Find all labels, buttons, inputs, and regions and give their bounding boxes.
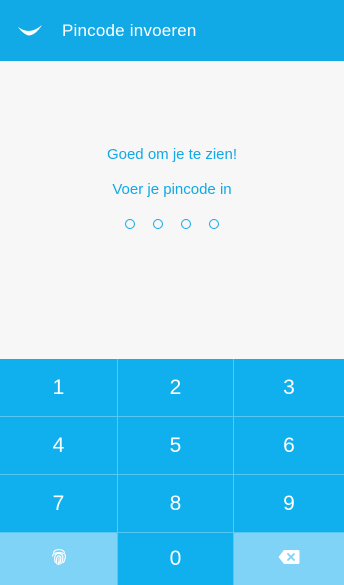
key-7[interactable]: 7 — [0, 475, 118, 533]
backspace-button[interactable] — [234, 533, 344, 585]
key-2[interactable]: 2 — [118, 359, 234, 417]
fingerprint-icon — [48, 545, 70, 573]
key-9[interactable]: 9 — [234, 475, 344, 533]
fingerprint-button[interactable] — [0, 533, 118, 585]
pin-dot — [209, 219, 219, 229]
numeric-keypad: 1 2 3 4 5 6 7 8 9 0 — [0, 359, 344, 585]
key-4[interactable]: 4 — [0, 417, 118, 475]
greeting-text: Goed om je te zien! — [106, 146, 238, 163]
key-1[interactable]: 1 — [0, 359, 118, 417]
pin-entry-area: Goed om je te zien! Voer je pincode in — [0, 61, 344, 359]
backspace-icon — [278, 547, 300, 571]
pin-dot — [181, 219, 191, 229]
key-8[interactable]: 8 — [118, 475, 234, 533]
key-3[interactable]: 3 — [234, 359, 344, 417]
page-title: Pincode invoeren — [62, 20, 197, 40]
key-6[interactable]: 6 — [234, 417, 344, 475]
pin-dot — [125, 219, 135, 229]
pin-prompt-text: Voer je pincode in — [112, 181, 232, 198]
wing-logo-icon[interactable] — [18, 24, 42, 38]
app-bar: Pincode invoeren — [0, 0, 344, 61]
key-0[interactable]: 0 — [118, 533, 234, 585]
pin-indicator — [0, 219, 344, 229]
pin-dot — [153, 219, 163, 229]
key-5[interactable]: 5 — [118, 417, 234, 475]
